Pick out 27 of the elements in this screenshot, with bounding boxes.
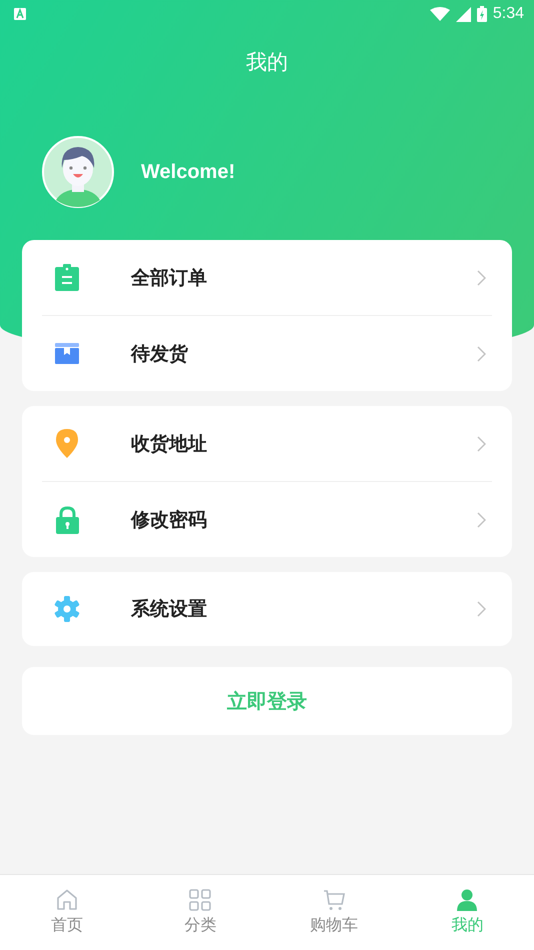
notification-icon (14, 8, 26, 20)
avatar-icon (42, 136, 114, 208)
settings-icon (54, 596, 80, 622)
wifi-icon (430, 7, 450, 21)
menu-item[interactable]: 待发货 (42, 316, 492, 391)
page-title: 我的 (246, 49, 288, 76)
chevron-right-icon (477, 436, 486, 452)
package-icon (55, 343, 79, 364)
welcome-text: Welcome! (141, 160, 236, 184)
cart-icon (322, 889, 345, 911)
clipboard-icon (55, 264, 79, 291)
menu-item[interactable]: 系统设置 (42, 572, 492, 646)
location-pin-icon (56, 429, 78, 458)
chevron-right-icon (477, 512, 486, 528)
signal-icon (456, 6, 471, 22)
menu-item[interactable]: 收货地址 (42, 406, 492, 482)
chevron-right-icon (477, 270, 486, 286)
status-time: 5:34 (492, 5, 524, 23)
home-icon (56, 889, 78, 911)
lock-icon (56, 506, 78, 534)
menu-item[interactable]: 修改密码 (42, 482, 492, 557)
chevron-right-icon (477, 346, 486, 362)
grid-icon (189, 889, 212, 911)
menu-item[interactable]: 全部订单 (42, 240, 492, 316)
battery-icon (476, 6, 487, 22)
chevron-right-icon (477, 601, 486, 617)
person-icon (456, 889, 478, 911)
